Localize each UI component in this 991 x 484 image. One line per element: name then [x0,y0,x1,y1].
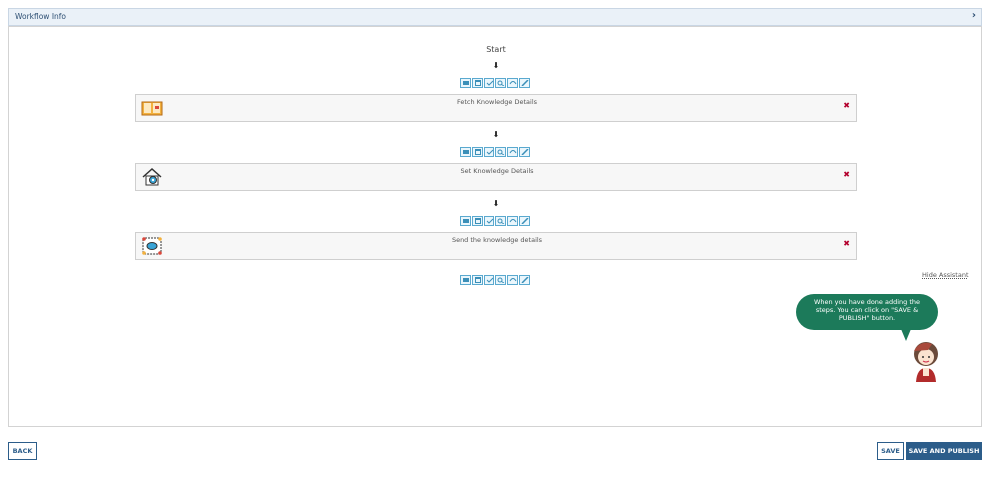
step-label: Send the knowledge details [451,236,543,244]
workflow-step[interactable]: Set Knowledge Details ✖ [135,163,857,191]
save-button[interactable]: SAVE [877,442,904,460]
check-list-icon[interactable] [483,147,495,157]
check-list-icon[interactable] [483,78,495,88]
add-step-toolbar [460,147,530,157]
edit-icon[interactable] [519,216,530,226]
loop-icon[interactable] [507,275,519,285]
edit-icon[interactable] [519,78,530,88]
search-icon[interactable] [495,275,507,285]
calendar-icon[interactable] [471,78,483,88]
edit-icon[interactable] [519,147,530,157]
remove-step-button[interactable]: ✖ [843,170,850,179]
assistant-message: When you have done adding the steps. You… [796,294,938,330]
card-icon[interactable] [460,78,471,88]
header-title: Workflow Info [15,12,67,21]
calendar-icon[interactable] [471,275,483,285]
assistant-avatar-icon [908,338,944,382]
calendar-icon[interactable] [471,216,483,226]
chevron-right-icon[interactable]: › [972,10,976,21]
add-step-toolbar [460,78,530,88]
card-icon[interactable] [460,216,471,226]
search-icon[interactable] [495,216,507,226]
step-label: Fetch Knowledge Details [456,98,538,106]
save-and-publish-button[interactable]: SAVE AND PUBLISH [906,442,982,460]
card-icon[interactable] [460,275,471,285]
arrow-icon: ⬇ [492,61,500,70]
workflow-info-header[interactable]: Workflow Info › [8,8,982,26]
remove-step-button[interactable]: ✖ [843,101,850,110]
loop-icon[interactable] [507,78,519,88]
card-icon[interactable] [460,147,471,157]
arrow-icon: ⬇ [492,130,500,139]
workflow-step[interactable]: Send the knowledge details ✖ [135,232,857,260]
loop-icon[interactable] [507,216,519,226]
check-list-icon[interactable] [483,275,495,285]
hide-assistant-link[interactable]: Hide Assistant [922,271,969,279]
edit-icon[interactable] [519,275,530,285]
remove-step-button[interactable]: ✖ [843,239,850,248]
search-icon[interactable] [495,78,507,88]
arrow-icon: ⬇ [492,199,500,208]
add-step-toolbar [460,275,530,285]
back-button[interactable]: BACK [8,442,37,460]
workflow-canvas: Start ⬇ Fetch Knowledge Details ✖ ⬇ Set … [8,26,982,427]
calendar-icon[interactable] [471,147,483,157]
search-icon[interactable] [495,147,507,157]
check-list-icon[interactable] [483,216,495,226]
start-label: Start [486,45,506,54]
loop-icon[interactable] [507,147,519,157]
workflow-step[interactable]: Fetch Knowledge Details ✖ [135,94,857,122]
step-label: Set Knowledge Details [460,167,534,175]
add-step-toolbar [460,216,530,226]
